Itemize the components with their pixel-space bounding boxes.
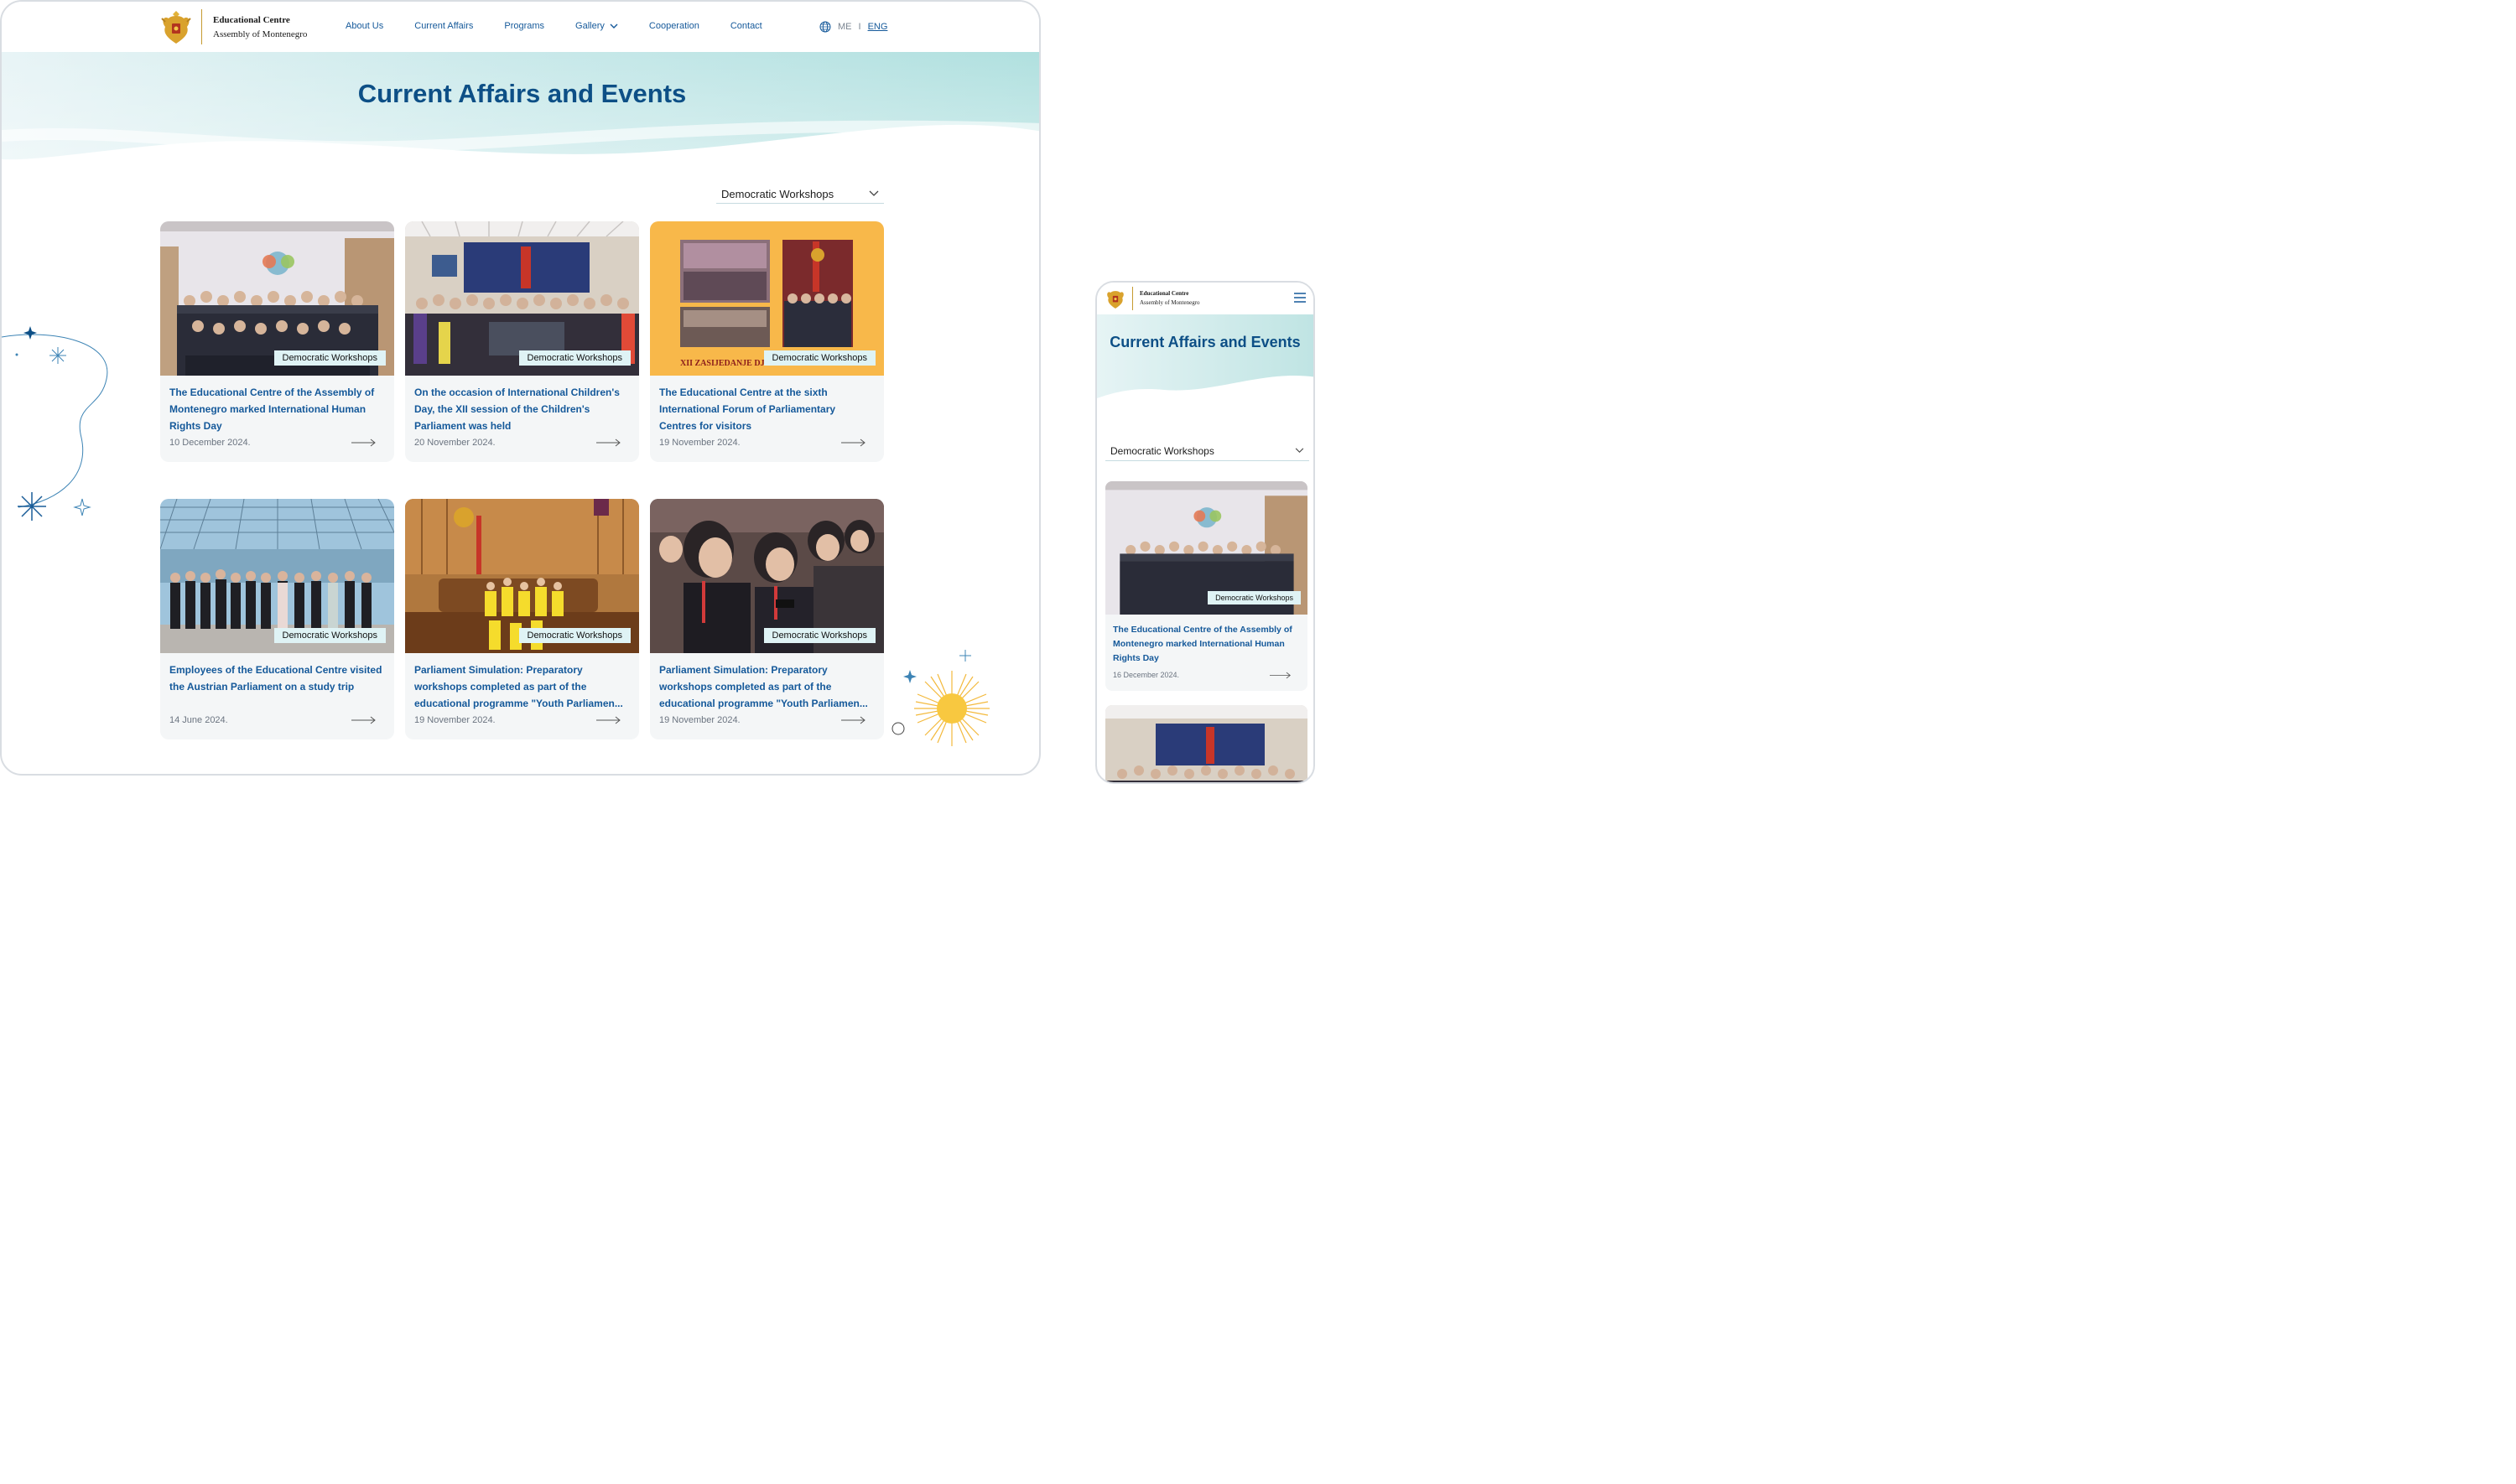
desktop-frame: Educational Centre Assembly of Montenegr… xyxy=(0,0,1041,776)
language-switcher: ME I ENG xyxy=(819,21,887,33)
news-card-title[interactable]: The Educational Centre of the Assembly o… xyxy=(169,384,386,434)
category-badge: Democratic Workshops xyxy=(273,628,386,643)
category-filter-select[interactable]: Democratic Workshops xyxy=(716,184,884,204)
arrow-right-icon[interactable] xyxy=(596,438,621,447)
nav-cooperation-label: Cooperation xyxy=(648,21,699,31)
lang-separator: I xyxy=(858,22,861,32)
category-badge: Democratic Workshops xyxy=(763,628,876,643)
news-card[interactable]: XII ZASIJEDANJE DJ Democratic Workshops … xyxy=(650,221,884,462)
news-card[interactable]: Democratic Workshops On the occasion of … xyxy=(405,221,639,462)
nav-cooperation[interactable]: Cooperation xyxy=(649,21,699,31)
nav-about-us[interactable]: About Us xyxy=(346,21,383,31)
news-card-title[interactable]: Employees of the Educational Centre visi… xyxy=(169,662,386,712)
filter-selected-value: Democratic Workshops xyxy=(721,187,834,200)
nav-contact[interactable]: Contact xyxy=(730,21,762,31)
mobile-logo-text[interactable]: Educational Centre Assembly of Montenegr… xyxy=(1140,289,1200,308)
mobile-hero-wave-background xyxy=(1097,314,1313,398)
page-title: Current Affairs and Events xyxy=(357,79,687,108)
nav-programs-label: Programs xyxy=(504,21,545,31)
news-card-title[interactable]: Parliament Simulation: Preparatory works… xyxy=(659,662,876,712)
mobile-news-card-partial[interactable] xyxy=(1105,705,1307,784)
nav-about-us-label: About Us xyxy=(346,21,384,31)
montenegro-crest-icon[interactable] xyxy=(1105,287,1125,310)
news-card-title[interactable]: Parliament Simulation: Preparatory works… xyxy=(414,662,631,712)
logo-divider xyxy=(201,9,202,44)
chevron-down-icon xyxy=(869,190,879,196)
mobile-frame: Educational Centre Assembly of Montenegr… xyxy=(1095,281,1315,784)
news-card[interactable]: Democratic Workshops Parliament Simulati… xyxy=(650,499,884,739)
lang-me-link[interactable]: ME xyxy=(838,22,852,32)
logo-divider xyxy=(1132,287,1133,310)
category-badge: Democratic Workshops xyxy=(518,350,631,366)
arrow-right-icon[interactable] xyxy=(351,716,377,724)
logo-title: Educational Centre xyxy=(213,15,290,25)
news-card-date: 20 November 2024. xyxy=(414,438,496,448)
hamburger-menu-icon[interactable] xyxy=(1294,293,1306,303)
logo-text[interactable]: Educational Centre Assembly of Montenegr… xyxy=(213,13,307,42)
category-badge: Democratic Workshops xyxy=(518,628,631,643)
chevron-down-icon xyxy=(610,23,618,29)
mobile-navbar: Educational Centre Assembly of Montenegr… xyxy=(1097,283,1313,314)
news-card-date: 10 December 2024. xyxy=(169,438,251,448)
category-badge: Democratic Workshops xyxy=(763,350,876,366)
arrow-right-icon[interactable] xyxy=(351,438,377,447)
arrow-right-icon[interactable] xyxy=(1270,672,1292,679)
news-card[interactable]: Democratic Workshops Employees of the Ed… xyxy=(160,499,394,739)
nav-current-affairs[interactable]: Current Affairs xyxy=(414,21,473,31)
arrow-right-icon[interactable] xyxy=(841,438,866,447)
mobile-filter-selected-value: Democratic Workshops xyxy=(1110,444,1214,457)
nav-gallery-label: Gallery xyxy=(575,21,605,31)
mobile-logo-subtitle: Assembly of Montenegro xyxy=(1140,299,1200,306)
lang-eng-link[interactable]: ENG xyxy=(868,22,888,32)
top-navbar: Educational Centre Assembly of Montenegr… xyxy=(2,2,1039,52)
nav-current-affairs-label: Current Affairs xyxy=(414,21,474,31)
news-card-date: 16 December 2024. xyxy=(1113,671,1180,679)
card-banner-text: XII ZASIJEDANJE DJ xyxy=(680,359,765,368)
nav-programs[interactable]: Programs xyxy=(504,21,544,31)
mobile-logo-title: Educational Centre xyxy=(1140,290,1189,297)
nav-contact-label: Contact xyxy=(730,21,762,31)
news-card-title[interactable]: The Educational Centre of the Assembly o… xyxy=(1113,623,1302,666)
chevron-down-icon xyxy=(1295,448,1304,454)
main-nav: About Us Current Affairs Programs Galler… xyxy=(346,21,793,31)
news-card-date: 19 November 2024. xyxy=(414,715,496,725)
nav-gallery[interactable]: Gallery xyxy=(575,21,618,31)
news-card-date: 19 November 2024. xyxy=(659,715,741,725)
decorative-sun xyxy=(892,650,990,746)
news-card-date: 14 June 2024. xyxy=(169,715,228,725)
logo-subtitle: Assembly of Montenegro xyxy=(213,29,308,39)
news-card[interactable]: Democratic Workshops The Educational Cen… xyxy=(160,221,394,462)
arrow-right-icon[interactable] xyxy=(841,716,866,724)
news-card-title[interactable]: The Educational Centre at the sixth Inte… xyxy=(659,384,876,434)
arrow-right-icon[interactable] xyxy=(596,716,621,724)
montenegro-crest-icon[interactable] xyxy=(160,10,192,45)
news-card-title[interactable]: On the occasion of International Childre… xyxy=(414,384,631,434)
category-badge: Democratic Workshops xyxy=(273,350,386,366)
news-card-date: 19 November 2024. xyxy=(659,438,741,448)
mobile-category-filter-select[interactable]: Democratic Workshops xyxy=(1105,441,1309,461)
mobile-page-title: Current Affairs and Events xyxy=(1110,334,1301,350)
news-card-image[interactable] xyxy=(1105,705,1307,784)
news-card[interactable]: Democratic Workshops Parliament Simulati… xyxy=(405,499,639,739)
mobile-news-card[interactable]: Democratic Workshops The Educational Cen… xyxy=(1105,481,1307,691)
category-badge: Democratic Workshops xyxy=(1208,591,1301,604)
hero-wave-background xyxy=(2,52,1039,186)
decorative-sparkle-lines xyxy=(2,326,108,521)
globe-icon xyxy=(819,21,831,33)
